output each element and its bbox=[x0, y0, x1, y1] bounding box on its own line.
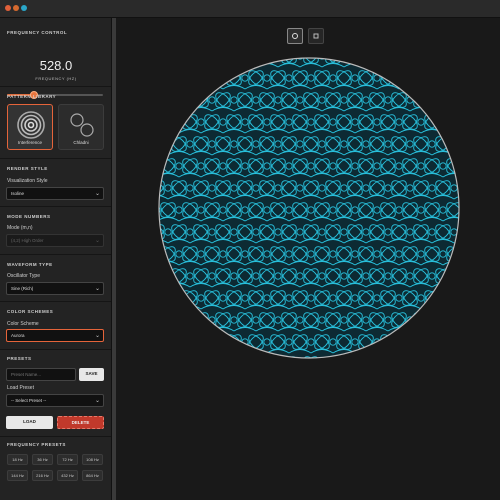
color-schemes-section-title: COLOR SCHEMES bbox=[7, 309, 54, 314]
visualization-style-select[interactable]: Isoline ⌄ bbox=[6, 187, 104, 200]
circle-view-toggle[interactable] bbox=[287, 28, 303, 44]
mode-select[interactable]: (4,2) High Order ⌄ bbox=[6, 234, 104, 247]
pattern-canvas[interactable] bbox=[157, 56, 461, 360]
close-window-icon[interactable] bbox=[5, 5, 11, 11]
visualization-style-value: Isoline bbox=[11, 191, 25, 196]
pattern-card-label: Chladni bbox=[73, 140, 89, 145]
frequency-section-title: FREQUENCY CONTROL bbox=[7, 30, 68, 35]
pattern-library-section-title: PATTERN LIBRARY bbox=[7, 94, 57, 99]
frequency-preset-button[interactable]: 36 Hz bbox=[32, 454, 53, 465]
pattern-card-chladni[interactable]: Chladni bbox=[58, 104, 104, 150]
frequency-preset-button[interactable]: 432 Hz bbox=[57, 470, 78, 481]
load-preset-select[interactable]: -- Select Preset -- ⌄ bbox=[6, 394, 104, 407]
section-divider bbox=[0, 158, 111, 159]
chevron-down-icon: ⌄ bbox=[94, 238, 100, 244]
square-view-icon bbox=[313, 33, 319, 39]
minimize-window-icon[interactable] bbox=[13, 5, 19, 11]
visualization-area bbox=[116, 18, 500, 500]
chevron-down-icon: ⌄ bbox=[94, 333, 100, 339]
frequency-preset-button[interactable]: 864 Hz bbox=[82, 470, 103, 481]
section-divider bbox=[0, 254, 111, 255]
waveform-section-title: WAVEFORM TYPE bbox=[7, 262, 53, 267]
color-scheme-select[interactable]: Aurora ⌄ bbox=[6, 329, 104, 342]
color-scheme-value: Aurora bbox=[11, 333, 25, 338]
mode-label: Mode (m,n) bbox=[7, 225, 33, 231]
frequency-unit-label: FREQUENCY (HZ) bbox=[35, 76, 77, 81]
section-divider bbox=[0, 86, 111, 87]
section-divider bbox=[0, 206, 111, 207]
frequency-preset-button[interactable]: 72 Hz bbox=[57, 454, 78, 465]
circle-view-icon bbox=[292, 33, 298, 39]
oscillator-type-label: Oscillator Type bbox=[7, 273, 40, 279]
color-scheme-label: Color Scheme bbox=[7, 321, 39, 327]
mode-value: (4,2) High Order bbox=[11, 238, 44, 243]
frequency-value: 528.0 bbox=[39, 58, 73, 73]
preset-name-input[interactable] bbox=[6, 368, 76, 381]
oscillator-type-value: Sine (Rich) bbox=[11, 286, 34, 291]
presets-section-title: PRESETS bbox=[7, 356, 32, 361]
section-divider bbox=[0, 301, 111, 302]
oscillator-type-select[interactable]: Sine (Rich) ⌄ bbox=[6, 282, 104, 295]
save-preset-button[interactable]: SAVE bbox=[79, 368, 104, 381]
circles-icon bbox=[70, 113, 94, 137]
chevron-down-icon: ⌄ bbox=[94, 191, 100, 197]
window-titlebar bbox=[0, 0, 500, 18]
frequency-preset-button[interactable]: 144 Hz bbox=[7, 470, 28, 481]
maximize-window-icon[interactable] bbox=[21, 5, 27, 11]
mode-numbers-section-title: MODE NUMBERS bbox=[7, 214, 51, 219]
frequency-preset-button[interactable]: 108 Hz bbox=[82, 454, 103, 465]
chevron-down-icon: ⌄ bbox=[94, 286, 100, 292]
load-preset-value: -- Select Preset -- bbox=[11, 398, 47, 403]
control-sidebar: FREQUENCY CONTROL 528.0 FREQUENCY (HZ) P… bbox=[0, 18, 112, 500]
render-style-section-title: RENDER STYLE bbox=[7, 166, 48, 171]
square-view-toggle[interactable] bbox=[308, 28, 324, 44]
load-preset-label: Load Preset bbox=[7, 385, 34, 391]
pattern-card-label: Interference bbox=[17, 140, 42, 145]
frequency-preset-button[interactable]: 216 Hz bbox=[32, 470, 53, 481]
section-divider bbox=[0, 436, 111, 437]
delete-preset-button[interactable]: DELETE bbox=[57, 416, 104, 429]
frequency-presets-section-title: FREQUENCY PRESETS bbox=[7, 442, 66, 447]
load-preset-button[interactable]: LOAD bbox=[6, 416, 53, 429]
frequency-preset-button[interactable]: 18 Hz bbox=[7, 454, 28, 465]
chevron-down-icon: ⌄ bbox=[94, 398, 100, 404]
pattern-card-interference[interactable]: Interference bbox=[7, 104, 53, 150]
visualization-style-label: Visualization Style bbox=[7, 178, 48, 184]
concentric-rings-icon bbox=[17, 111, 45, 139]
interference-pattern bbox=[158, 57, 460, 359]
section-divider bbox=[0, 349, 111, 350]
